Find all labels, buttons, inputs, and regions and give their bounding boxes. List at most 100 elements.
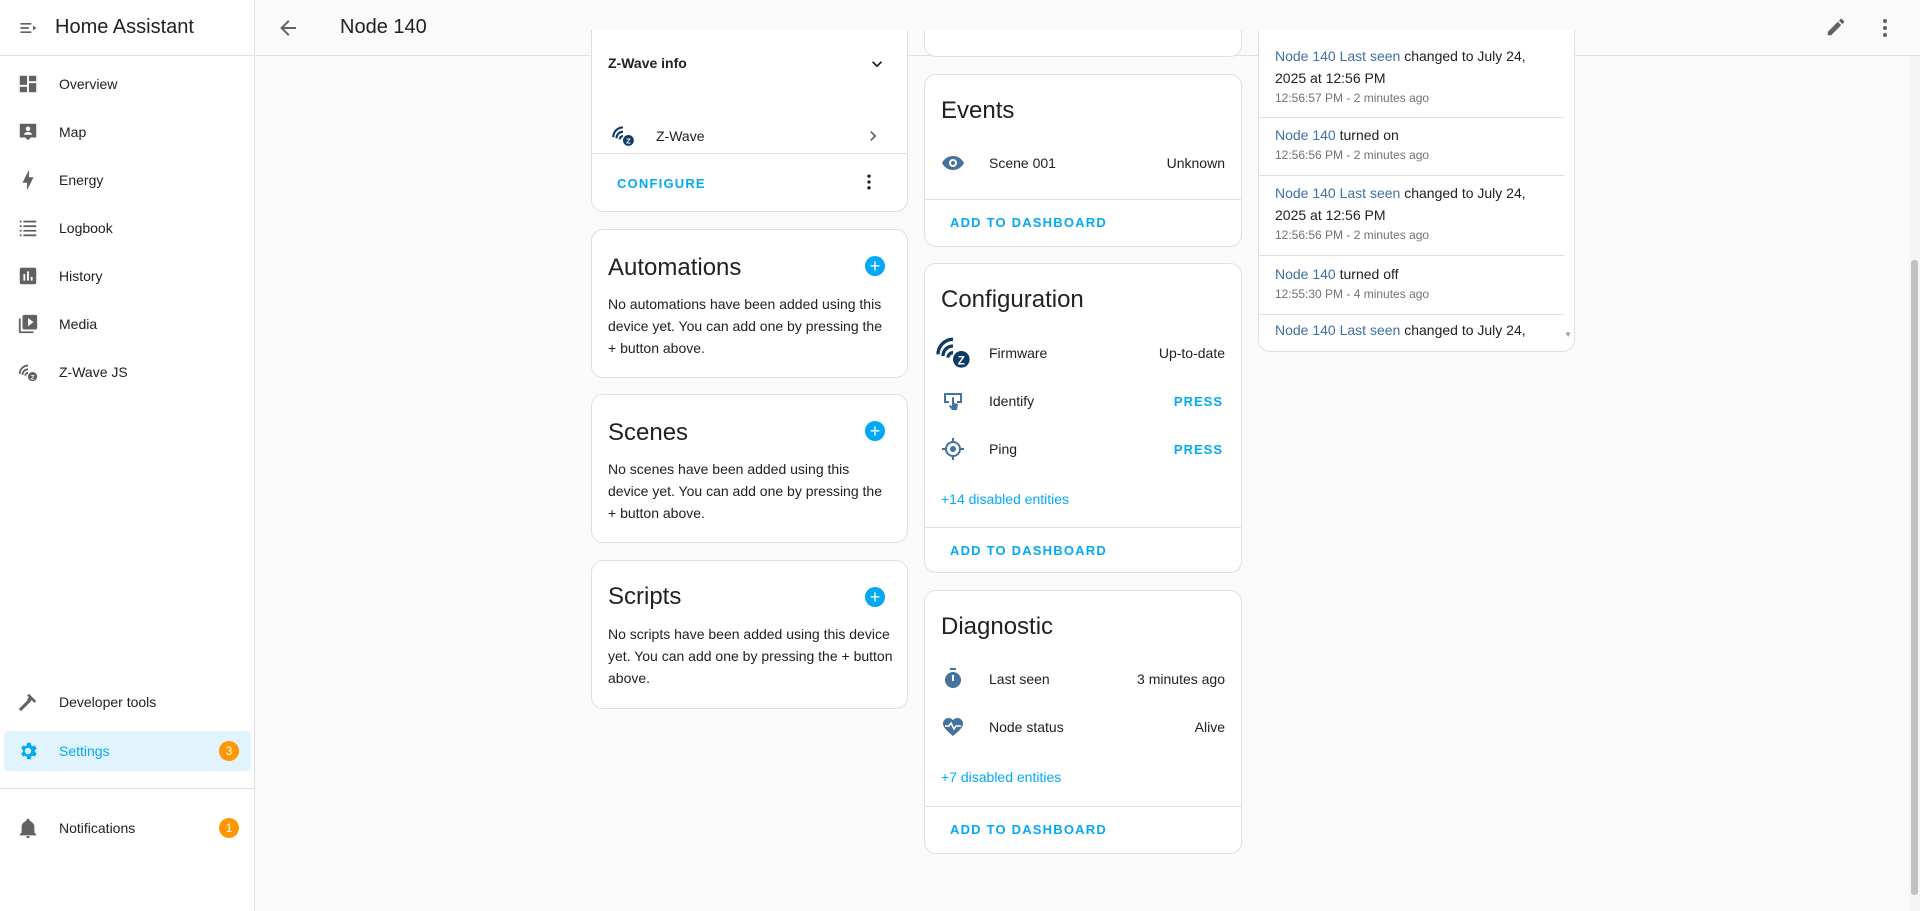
log-message: changed to July 24,	[1400, 185, 1526, 201]
zwave-integration-row[interactable]: Z Z-Wave	[592, 116, 907, 156]
notifications-badge: 1	[219, 818, 239, 838]
logbook-entry: Node 140 Last seen changed to July 24, 2…	[1275, 45, 1560, 107]
disabled-entities-link[interactable]: +14 disabled entities	[941, 491, 1069, 507]
sidebar-item-developer-tools[interactable]: Developer tools	[4, 682, 251, 722]
add-script-button[interactable]: +	[865, 587, 885, 607]
menu-toggle-icon[interactable]	[0, 0, 56, 56]
z-wave-icon: Z	[16, 360, 40, 384]
map-icon	[16, 120, 40, 144]
sidebar-item-label: Developer tools	[59, 694, 157, 710]
card-divider	[925, 199, 1241, 200]
log-message: changed to July 24,	[1400, 322, 1526, 338]
page-scrollbar-thumb[interactable]	[1911, 260, 1918, 895]
pencil-icon[interactable]	[1825, 16, 1849, 40]
chevron-down-icon[interactable]	[867, 54, 887, 74]
svg-text:Z: Z	[626, 137, 631, 146]
z-wave-icon: Z	[610, 122, 636, 148]
entity-row-firmware[interactable]: Z Firmware Up-to-date	[925, 333, 1241, 373]
sidebar-item-history[interactable]: History	[4, 256, 251, 296]
sidebar-item-settings[interactable]: Settings 3	[4, 731, 251, 771]
sidebar-item-logbook[interactable]: Logbook	[4, 208, 251, 248]
play-box-multiple-icon	[16, 312, 40, 336]
add-to-dashboard-button[interactable]: ADD TO DASHBOARD	[950, 543, 1107, 558]
zwave-info-title[interactable]: Z-Wave info	[608, 55, 687, 71]
entity-row-ping[interactable]: Ping PRESS	[925, 429, 1241, 469]
format-list-icon	[16, 216, 40, 240]
more-vertical-icon[interactable]	[1873, 16, 1897, 40]
entity-link[interactable]: Node 140	[1275, 266, 1336, 282]
scripts-title: Scripts	[608, 583, 682, 610]
entity-row-node-status[interactable]: Node status Alive	[925, 707, 1241, 747]
add-to-dashboard-button[interactable]: ADD TO DASHBOARD	[950, 822, 1107, 837]
logbook-divider	[1259, 117, 1564, 118]
app-title: Home Assistant	[55, 16, 194, 38]
z-wave-icon: Z	[933, 331, 973, 371]
chevron-right-icon	[863, 126, 883, 146]
automations-empty-text: No automations have been added using thi…	[608, 296, 882, 356]
logbook-card: Node 140 Last seen changed to July 24, 2…	[1258, 30, 1575, 352]
sidebar-item-media[interactable]: Media	[4, 304, 251, 344]
scroll-down-arrow-icon[interactable]: ▼	[1564, 330, 1572, 339]
disabled-entities-link[interactable]: +7 disabled entities	[941, 769, 1061, 785]
entity-row[interactable]: Scene 001 Unknown	[925, 143, 1241, 183]
svg-text:Z: Z	[31, 374, 35, 381]
add-scene-button[interactable]: +	[865, 421, 885, 441]
partial-card	[924, 30, 1242, 57]
log-message: turned off	[1335, 266, 1399, 282]
entity-state: Up-to-date	[1158, 345, 1225, 361]
entity-name: Ping	[989, 441, 1018, 457]
entity-state: 3 minutes ago	[1137, 671, 1225, 687]
more-vertical-icon[interactable]	[859, 172, 879, 192]
back-arrow-icon[interactable]	[276, 16, 300, 40]
entity-link[interactable]: Node 140 Last seen	[1275, 322, 1400, 338]
sidebar-item-overview[interactable]: Overview	[4, 64, 251, 104]
logbook-divider	[1259, 314, 1564, 315]
log-message-continued: 2025 at 12:56 PM	[1275, 70, 1386, 86]
bell-icon	[16, 816, 40, 840]
add-automation-button[interactable]: +	[865, 256, 885, 276]
sidebar-item-label: Logbook	[59, 220, 113, 236]
sidebar-item-label: Map	[59, 124, 87, 140]
entity-row-identify[interactable]: Identify PRESS	[925, 381, 1241, 421]
sidebar-item-label: Energy	[59, 172, 104, 188]
integration-label: Z-Wave	[656, 128, 705, 144]
scripts-empty-text: No scripts have been added using this de…	[608, 626, 893, 686]
logbook-divider	[1259, 255, 1564, 256]
sidebar-item-energy[interactable]: Energy	[4, 160, 251, 200]
scripts-card: Scripts + No scripts have been added usi…	[591, 560, 908, 709]
log-time: 12:56:56 PM - 2 minutes ago	[1275, 228, 1430, 242]
view-dashboard-icon	[16, 72, 40, 96]
page-title: Node 140	[340, 16, 427, 38]
sidebar: Home Assistant Overview Map Energy Logbo…	[0, 0, 255, 911]
events-title: Events	[941, 97, 1015, 124]
ping-press-button[interactable]: PRESS	[1174, 442, 1223, 457]
sidebar-header: Home Assistant	[0, 0, 254, 56]
diagnostic-title: Diagnostic	[941, 613, 1054, 640]
settings-badge: 3	[219, 741, 239, 761]
automations-title: Automations	[608, 254, 742, 281]
entity-link[interactable]: Node 140 Last seen	[1275, 48, 1400, 64]
sidebar-item-label: History	[59, 268, 103, 284]
configuration-title: Configuration	[941, 286, 1084, 313]
sidebar-item-notifications[interactable]: Notifications 1	[4, 808, 251, 848]
chart-box-icon	[16, 264, 40, 288]
entity-link[interactable]: Node 140	[1275, 127, 1336, 143]
configure-button[interactable]: CONFIGURE	[617, 176, 706, 191]
sidebar-divider	[0, 788, 255, 789]
add-to-dashboard-button[interactable]: ADD TO DASHBOARD	[950, 215, 1107, 230]
log-message-continued: 2025 at 12:56 PM	[1275, 207, 1386, 223]
logbook-divider	[1259, 175, 1564, 176]
scenes-empty-text: No scenes have been added using this dev…	[608, 461, 882, 521]
sidebar-item-label: Notifications	[59, 820, 136, 836]
diagnostic-card: Diagnostic Last seen 3 minutes ago Node …	[924, 590, 1242, 854]
entity-row-last-seen[interactable]: Last seen 3 minutes ago	[925, 659, 1241, 699]
identify-press-button[interactable]: PRESS	[1174, 394, 1223, 409]
lightning-bolt-icon	[16, 168, 40, 192]
sidebar-item-map[interactable]: Map	[4, 112, 251, 152]
sidebar-item-zwave-js[interactable]: Z Z-Wave JS	[4, 352, 251, 392]
entity-link[interactable]: Node 140 Last seen	[1275, 185, 1400, 201]
sidebar-item-label: Overview	[59, 76, 118, 92]
logbook-entry: Node 140 Last seen changed to July 24,	[1275, 322, 1560, 338]
cog-icon	[16, 739, 40, 763]
plus-icon: +	[869, 256, 881, 276]
